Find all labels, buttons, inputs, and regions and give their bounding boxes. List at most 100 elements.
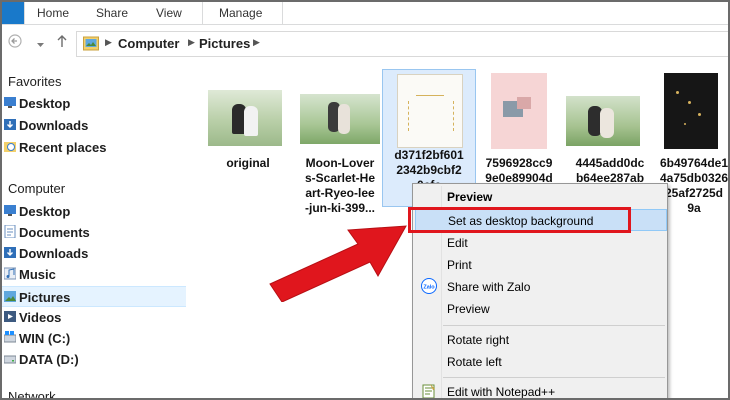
nav-label: Downloads bbox=[19, 118, 89, 133]
nav-item-downloads[interactable]: Downloads bbox=[2, 115, 186, 136]
recent-places-icon bbox=[4, 140, 16, 153]
tab-divider bbox=[282, 2, 283, 24]
file-name-line: original bbox=[226, 156, 270, 170]
tab-share[interactable]: Share bbox=[96, 6, 128, 20]
file-name: original bbox=[202, 156, 294, 171]
menu-item-label: Share with Zalo bbox=[447, 280, 531, 294]
back-arrow-icon[interactable] bbox=[8, 34, 22, 51]
drive-icon bbox=[3, 352, 17, 365]
nav-item-recent-places[interactable]: Recent places bbox=[2, 137, 186, 158]
nav-item-desktop[interactable]: Desktop bbox=[2, 93, 186, 114]
nav-header-favorites[interactable]: Favorites bbox=[8, 74, 61, 89]
recent-dropdown-icon[interactable] bbox=[36, 36, 45, 52]
menu-item-edit[interactable]: Edit bbox=[415, 232, 665, 254]
breadcrumb-pictures[interactable]: Pictures bbox=[199, 36, 250, 51]
tab-view[interactable]: View bbox=[156, 6, 182, 20]
tab-manage[interactable]: Manage bbox=[219, 6, 262, 20]
file-name-line: 6b49764de1 bbox=[659, 156, 729, 170]
file-name: Moon-Lover s-Scarlet-He art-Ryeo-lee -ju… bbox=[294, 156, 386, 216]
file-item[interactable]: Moon-Lover s-Scarlet-He art-Ryeo-lee -ju… bbox=[294, 78, 386, 216]
breadcrumb-arrow-icon[interactable]: ▶ bbox=[253, 37, 260, 48]
tab-divider bbox=[24, 2, 25, 24]
tab-home[interactable]: Home bbox=[37, 6, 69, 20]
videos-icon bbox=[4, 310, 16, 323]
downloads-icon bbox=[4, 246, 16, 259]
file-thumbnail bbox=[208, 90, 282, 146]
nav-item-downloads[interactable]: Downloads bbox=[2, 243, 186, 264]
nav-label: Pictures bbox=[19, 290, 71, 305]
file-name-line: 7596928cc9 bbox=[485, 156, 553, 170]
explorer-window: Home Share View Manage ▶ Computer ▶ Pict… bbox=[0, 0, 730, 400]
nav-label: Desktop bbox=[19, 96, 71, 111]
nav-label: Videos bbox=[19, 310, 62, 325]
zalo-icon: Zalo bbox=[421, 278, 437, 294]
windows-drive-icon bbox=[3, 331, 17, 344]
nav-label: Downloads bbox=[19, 246, 89, 261]
folder-pictures-icon bbox=[83, 36, 99, 54]
file-name-line: d371f2bf601 bbox=[394, 148, 464, 162]
menu-item-rotate-right[interactable]: Rotate right bbox=[415, 329, 665, 351]
menu-item-label: Edit bbox=[447, 236, 468, 250]
nav-label: Recent places bbox=[19, 140, 107, 155]
menu-separator bbox=[443, 377, 665, 378]
tab-divider bbox=[202, 2, 203, 24]
nav-item-music[interactable]: Music bbox=[2, 264, 186, 285]
nav-header-network[interactable]: Network bbox=[8, 389, 56, 398]
file-thumbnail bbox=[491, 73, 547, 149]
pictures-icon bbox=[4, 290, 16, 303]
desktop-icon bbox=[4, 204, 16, 217]
file-thumbnail bbox=[664, 73, 718, 149]
file-name-line: 2342b9cbf2 bbox=[396, 163, 462, 177]
file-item[interactable]: original bbox=[202, 78, 294, 214]
navigation-pane: Favorites Desktop Downloads Recent place… bbox=[2, 64, 188, 398]
menu-item-print[interactable]: Print bbox=[415, 254, 665, 276]
documents-icon bbox=[4, 224, 16, 239]
nav-label: DATA (D:) bbox=[19, 352, 79, 367]
nav-item-pictures[interactable]: Pictures bbox=[2, 286, 186, 307]
nav-item-desktop[interactable]: Desktop bbox=[2, 201, 186, 222]
breadcrumb-arrow-icon[interactable]: ▶ bbox=[188, 37, 195, 48]
svg-text:Zalo: Zalo bbox=[423, 285, 435, 291]
notepad-plus-icon bbox=[421, 383, 437, 398]
nav-item-drive-c[interactable]: WIN (C:) bbox=[2, 328, 186, 349]
file-tab[interactable] bbox=[2, 2, 24, 24]
menu-item-label: Rotate left bbox=[447, 355, 502, 369]
file-name: 4445add0dc b64ee287ab bbox=[564, 156, 656, 186]
menu-item-preview-2[interactable]: Preview bbox=[415, 298, 665, 320]
menu-separator bbox=[443, 325, 665, 326]
up-arrow-icon[interactable] bbox=[56, 34, 68, 51]
address-bar[interactable]: ▶ Computer ▶ Pictures ▶ bbox=[76, 31, 728, 57]
menu-item-label: Edit with Notepad++ bbox=[447, 385, 556, 399]
nav-label: Music bbox=[19, 267, 56, 282]
address-row: ▶ Computer ▶ Pictures ▶ bbox=[2, 25, 728, 61]
ribbon-tabs: Home Share View Manage bbox=[2, 2, 728, 25]
menu-item-label: Preview bbox=[447, 302, 490, 316]
nav-label: Desktop bbox=[19, 204, 71, 219]
file-name: 7596928cc9 9e0e89904d bbox=[473, 156, 565, 186]
file-name-line: art-Ryeo-lee bbox=[305, 186, 375, 200]
menu-item-preview[interactable]: Preview bbox=[415, 186, 665, 208]
nav-label: WIN (C:) bbox=[19, 331, 71, 346]
red-arrow-annotation bbox=[269, 225, 407, 302]
music-icon bbox=[3, 267, 17, 280]
menu-item-label: Rotate right bbox=[447, 333, 510, 347]
menu-item-share-with-zalo[interactable]: Zalo Share with Zalo bbox=[415, 276, 665, 298]
menu-item-label: Print bbox=[447, 258, 472, 272]
nav-label: Documents bbox=[19, 225, 90, 240]
menu-item-rotate-left[interactable]: Rotate left bbox=[415, 351, 665, 373]
nav-header-computer[interactable]: Computer bbox=[8, 181, 65, 196]
breadcrumb-arrow-icon[interactable]: ▶ bbox=[105, 37, 112, 48]
file-name-line: 4445add0dc bbox=[575, 156, 645, 170]
menu-item-edit-with-notepad[interactable]: Edit with Notepad++ bbox=[415, 381, 665, 399]
menu-item-label: Preview bbox=[447, 190, 493, 204]
file-name-line: Moon-Lover bbox=[305, 156, 375, 170]
nav-item-drive-d[interactable]: DATA (D:) bbox=[2, 349, 186, 370]
nav-item-documents[interactable]: Documents bbox=[2, 222, 186, 243]
breadcrumb-computer[interactable]: Computer bbox=[118, 36, 179, 51]
desktop-icon bbox=[4, 96, 16, 109]
file-thumbnail bbox=[300, 94, 380, 144]
nav-item-videos[interactable]: Videos bbox=[2, 307, 186, 328]
file-thumbnail bbox=[397, 74, 463, 148]
file-thumbnail bbox=[566, 96, 640, 146]
red-highlight-box bbox=[408, 207, 631, 233]
